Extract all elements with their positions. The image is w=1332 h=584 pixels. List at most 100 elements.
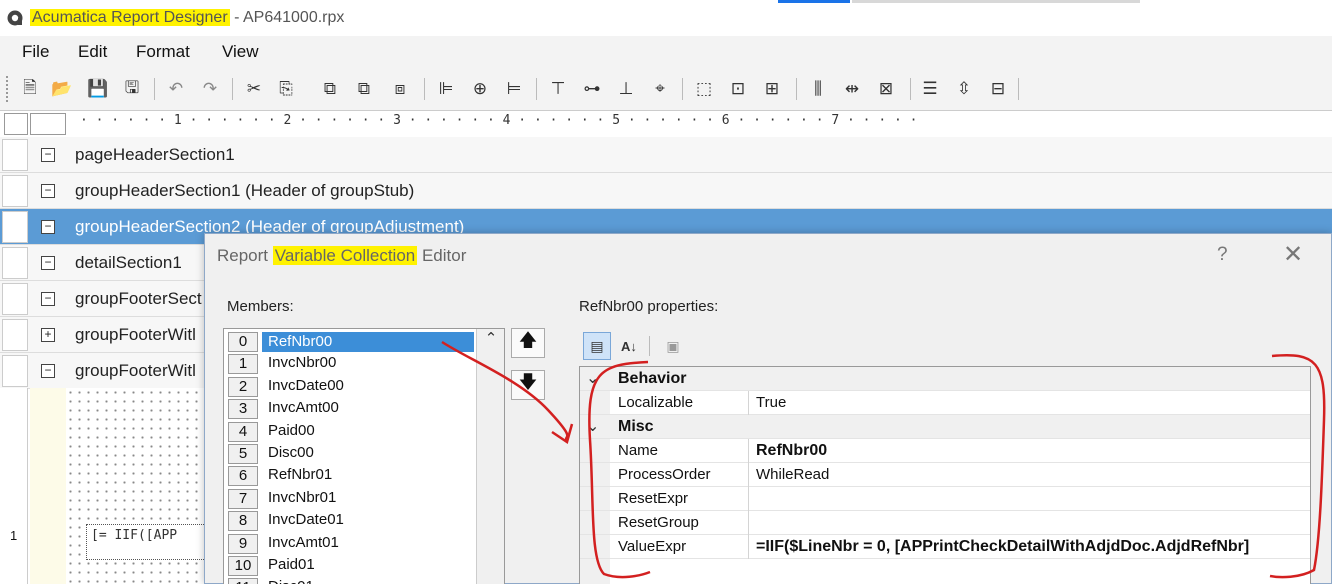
members-scrollbar[interactable]: ⌃ [476,329,504,584]
bring-forward-icon[interactable]: ⧉ [318,77,342,101]
property-row[interactable]: Name RefNbr00 [580,439,1310,463]
property-divider[interactable] [748,511,749,535]
property-divider[interactable] [748,439,749,463]
expand-toggle[interactable]: + [41,328,55,342]
property-grid[interactable]: ⌄ Behavior Localizable True ⌄ Misc Name RefNbr0… [579,366,1311,584]
collapse-toggle[interactable]: − [41,364,55,378]
member-row[interactable]: 1 InvcNbr00 [224,353,476,375]
menu-format[interactable]: Format [136,42,190,62]
property-value[interactable]: RefNbr00 [756,442,827,460]
property-divider[interactable] [748,391,749,415]
scroll-up-icon[interactable]: ⌃ [477,329,504,351]
section-row[interactable]: − groupHeaderSection1 (Header of groupSt… [0,173,1332,209]
member-name: InvcNbr00 [268,354,337,372]
move-down-button[interactable]: 🡇 [511,370,545,400]
member-row[interactable]: 7 InvcNbr01 [224,488,476,510]
property-pages-icon[interactable]: ▣ [659,332,687,360]
close-button[interactable]: ✕ [1283,240,1303,269]
send-backward-icon[interactable]: ⧉ [352,77,376,101]
property-row[interactable]: ResetGroup [580,511,1310,535]
title-bar: Acumatica Report Designer - AP641000.rpx [0,0,1332,36]
property-row[interactable]: ProcessOrder WhileRead [580,463,1310,487]
alphabetical-sort-icon[interactable]: A↓ [615,332,643,360]
v-spacing-equal-icon[interactable]: ☰ [918,77,942,101]
section-handle[interactable] [2,319,28,351]
align-left-icon[interactable]: ⊫ [434,77,458,101]
menu-view[interactable]: View [222,42,259,62]
section-handle[interactable] [2,139,28,171]
collapse-toggle[interactable]: − [41,292,55,306]
section-label: groupHeaderSection1 (Header of groupStub… [75,181,415,200]
section-handle[interactable] [2,175,28,207]
member-row[interactable]: 0 RefNbr00 [224,331,476,353]
redo-icon[interactable]: ↷ [198,77,222,101]
h-spacing-equal-icon[interactable]: ⫼ [806,77,830,101]
section-handle[interactable] [2,355,28,387]
member-row[interactable]: 8 InvcDate01 [224,510,476,532]
align-bottom-icon[interactable]: ⊥ [614,77,638,101]
member-name: InvcDate01 [268,511,344,529]
property-row[interactable]: Localizable True [580,391,1310,415]
new-report-icon[interactable]: 🗎 [18,77,42,101]
member-row[interactable]: 2 InvcDate00 [224,376,476,398]
save-icon[interactable]: 💾 [86,77,110,101]
collapse-toggle[interactable]: − [41,148,55,162]
same-height-icon[interactable]: ⊡ [726,77,750,101]
align-center-icon[interactable]: ⊕ [468,77,492,101]
property-row[interactable]: ResetExpr [580,487,1310,511]
section-handle[interactable] [2,247,28,279]
same-width-icon[interactable]: ⬚ [692,77,716,101]
section-handle[interactable] [2,283,28,315]
member-name: Paid00 [268,421,315,439]
move-up-button[interactable]: 🡅 [511,328,545,358]
v-spacing-dec-icon[interactable]: ⊟ [986,77,1010,101]
chevron-down-icon[interactable]: ⌄ [586,368,599,388]
h-spacing-dec-icon[interactable]: ⊠ [874,77,898,101]
vertical-ruler: 1 [0,388,28,584]
property-category[interactable]: ⌄ Behavior [580,367,1310,391]
align-middle-icon[interactable]: ⊶ [580,77,604,101]
align-top-icon[interactable]: ⊤ [546,77,570,101]
property-row[interactable]: ValueExpr =IIF($LineNbr = 0, [APPrintChec… [580,535,1310,559]
member-row[interactable]: 4 Paid00 [224,421,476,443]
group-icon[interactable]: ⧈ [388,77,412,101]
member-row[interactable]: 11 Disc01 [224,577,476,584]
h-spacing-inc-icon[interactable]: ⇹ [840,77,864,101]
property-value[interactable]: WhileRead [756,466,829,483]
chevron-down-icon[interactable]: ⌄ [586,416,599,436]
section-handle[interactable] [2,211,28,243]
undo-icon[interactable]: ↶ [164,77,188,101]
member-row[interactable]: 6 RefNbr01 [224,465,476,487]
v-spacing-inc-icon[interactable]: ⇳ [952,77,976,101]
collapse-toggle[interactable]: − [41,256,55,270]
property-category[interactable]: ⌄ Misc [580,415,1310,439]
member-row[interactable]: 10 Paid01 [224,555,476,577]
members-list[interactable]: 0 RefNbr00 1 InvcNbr00 2 InvcDate00 3 InvcAmt00… [223,328,505,584]
open-icon[interactable]: 📂 [50,77,74,101]
menu-edit[interactable]: Edit [78,42,107,62]
align-right-icon[interactable]: ⊨ [502,77,526,101]
center-icon[interactable]: ⌖ [648,77,672,101]
member-row[interactable]: 9 InvcAmt01 [224,533,476,555]
property-divider[interactable] [748,463,749,487]
member-row[interactable]: 5 Disc00 [224,443,476,465]
expression-textbox[interactable]: [= IIF([APP [86,524,206,560]
member-row[interactable]: 3 InvcAmt00 [224,398,476,420]
acumatica-logo-icon [7,10,23,26]
menu-file[interactable]: File [22,42,49,62]
cut-icon[interactable]: ✂ [242,77,266,101]
toolbar-grip[interactable] [6,76,10,102]
property-value[interactable]: =IIF($LineNbr = 0, [APPrintCheckDetailWi… [756,538,1249,556]
property-value[interactable]: True [756,394,786,411]
categorized-icon[interactable]: ▤ [583,332,611,360]
section-row[interactable]: − pageHeaderSection1 [0,137,1332,173]
copy-icon[interactable]: ⎘ [274,77,298,101]
collapse-toggle[interactable]: − [41,184,55,198]
save-all-icon[interactable]: 🖫 [120,77,144,101]
property-divider[interactable] [748,535,749,559]
help-button[interactable]: ? [1217,244,1228,266]
properties-label: RefNbr00 properties: [579,298,719,315]
property-divider[interactable] [748,487,749,511]
collapse-toggle[interactable]: − [41,220,55,234]
same-size-icon[interactable]: ⊞ [760,77,784,101]
